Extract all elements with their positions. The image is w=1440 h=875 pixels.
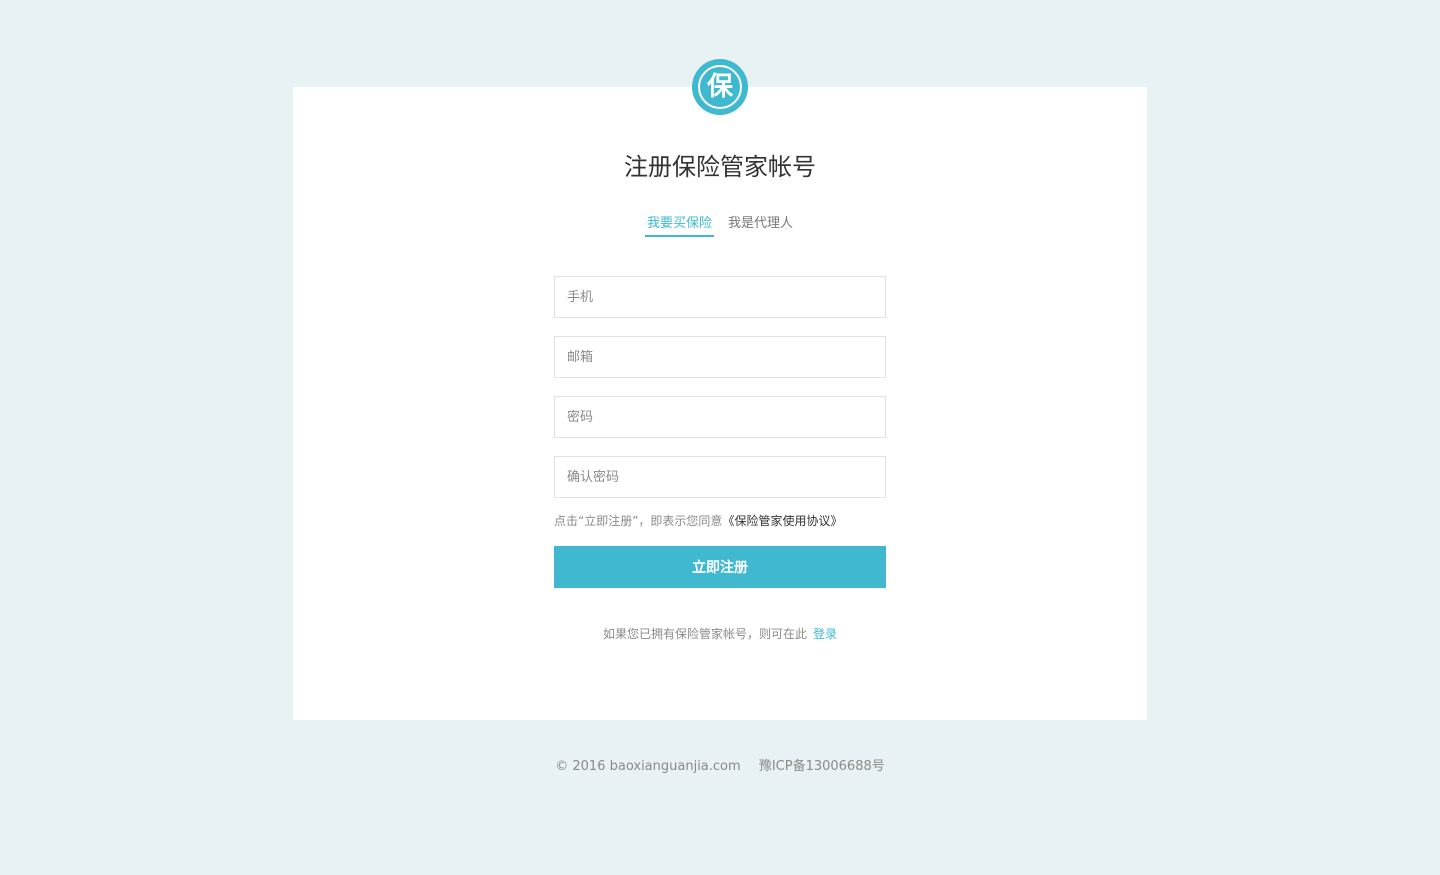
login-prompt: 如果您已拥有保险管家帐号，则可在此 登录: [293, 625, 1147, 643]
tab-buy-insurance[interactable]: 我要买保险: [644, 214, 714, 237]
agreement-link[interactable]: 《保险管家使用协议》: [722, 514, 842, 528]
page-title: 注册保险管家帐号: [624, 153, 816, 181]
agreement-notice: 点击“立即注册”，即表示您同意《保险管家使用协议》: [554, 512, 842, 530]
register-card: 注册保险管家帐号 我要买保险 我是代理人 点击“立即注册”，即表示您同意《保险管…: [293, 87, 1147, 720]
login-link[interactable]: 登录: [813, 627, 837, 641]
login-prompt-text: 如果您已拥有保险管家帐号，则可在此: [602, 627, 807, 641]
logo-char: 保: [698, 65, 742, 109]
brand-logo-icon: 保: [692, 59, 748, 115]
icp-license: 豫ICP备13006688号: [758, 759, 885, 774]
role-tabs: 我要买保险 我是代理人: [293, 214, 1147, 237]
agreement-text: 点击“立即注册”，即表示您同意: [554, 514, 723, 528]
phone-input[interactable]: [554, 276, 886, 318]
copyright-text: © 2016 baoxianguanjia.com: [555, 759, 741, 774]
password-input[interactable]: [554, 396, 886, 438]
confirm-password-input[interactable]: [554, 456, 886, 498]
email-input[interactable]: [554, 336, 886, 378]
tab-agent[interactable]: 我是代理人: [726, 214, 795, 237]
register-button[interactable]: 立即注册: [554, 546, 886, 588]
footer: © 2016 baoxianguanjia.com 豫ICP备13006688号: [0, 757, 1440, 777]
